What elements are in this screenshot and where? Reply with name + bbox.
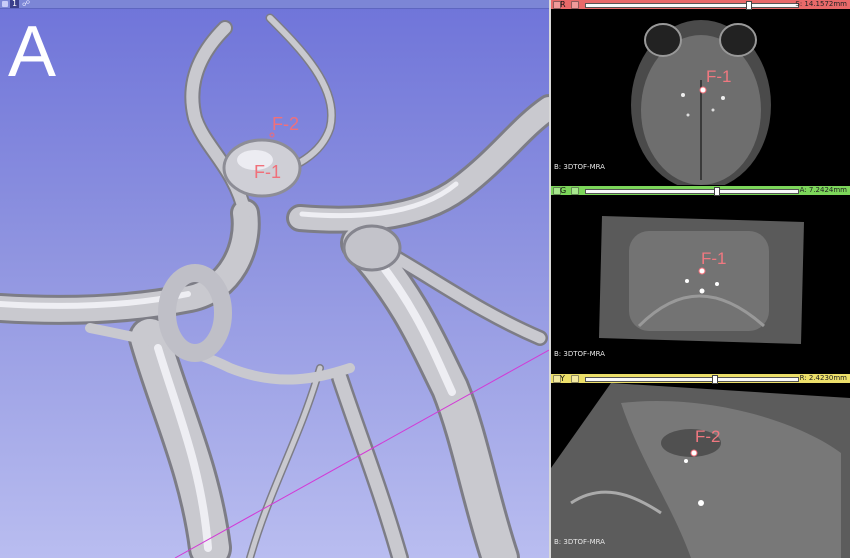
slice-tag: R	[560, 0, 566, 9]
yellow-slice-view[interactable]: Y R: 2.4230mm F-2 B: 3DTOF-MRA	[551, 374, 850, 558]
slice-tag: G	[560, 186, 567, 195]
slice-offset-value: S: 14.1572mm	[795, 0, 847, 8]
slice-offset-value: A: 7.2424mm	[799, 186, 847, 194]
slice-offset-slider[interactable]	[585, 3, 799, 8]
slice-offset-slider-thumb[interactable]	[714, 187, 721, 196]
3d-view-controller-bar[interactable]: 1 ☍	[0, 0, 549, 9]
fiducial-label[interactable]: F-1	[706, 67, 732, 87]
3d-view[interactable]: 1 ☍ A F-2 F-1	[0, 0, 549, 558]
link-icon[interactable]	[571, 187, 579, 195]
volume-label: B: 3DTOF-MRA	[554, 538, 605, 546]
slice-tag: Y	[560, 374, 565, 383]
slice-offset-slider-thumb[interactable]	[746, 1, 753, 10]
volume-label: B: 3DTOF-MRA	[554, 350, 605, 358]
coronal-mra-image	[599, 216, 804, 344]
yellow-slice-controller[interactable]: Y R: 2.4230mm	[551, 374, 850, 384]
link-icon[interactable]: ☍	[22, 0, 30, 8]
green-slice-controller[interactable]: G A: 7.2424mm	[551, 186, 850, 196]
fiducial-label-f1[interactable]: F-1	[254, 162, 281, 183]
pin-icon[interactable]	[2, 1, 8, 7]
sagittal-mra-image	[551, 383, 850, 558]
fiducial-label[interactable]: F-2	[695, 427, 721, 447]
slice-offset-slider[interactable]	[585, 377, 799, 382]
link-icon[interactable]	[571, 375, 579, 383]
volume-label: B: 3DTOF-MRA	[554, 163, 605, 171]
green-slice-view[interactable]: G A: 7.2424mm F-1 B: 3DTOF-MRA	[551, 186, 850, 374]
red-slice-controller[interactable]: R S: 14.1572mm	[551, 0, 850, 10]
slice-offset-slider[interactable]	[585, 189, 799, 194]
slice-offset-value: R: 2.4230mm	[799, 374, 847, 382]
red-slice-view[interactable]: R S: 14.1572mm F-1 B: 3DTOF-MRA	[551, 0, 850, 185]
view-number: 1	[10, 0, 20, 8]
axial-mra-image	[631, 20, 771, 185]
fiducial-label-f2[interactable]: F-2	[272, 114, 299, 135]
vessel-rendering	[0, 13, 549, 558]
link-icon[interactable]	[571, 1, 579, 9]
panel-letter: A	[8, 12, 57, 92]
fiducial-label[interactable]: F-1	[701, 249, 727, 269]
